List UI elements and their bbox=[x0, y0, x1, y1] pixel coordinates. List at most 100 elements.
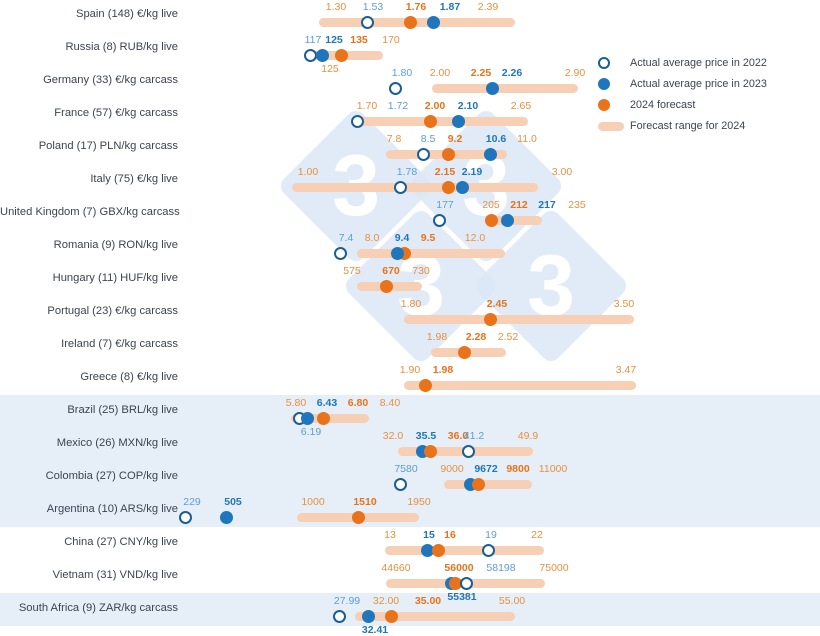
chart-row: Greece (8) €/kg live 1.90 1.98 3.47 bbox=[0, 362, 820, 395]
value-label: 22 bbox=[531, 529, 543, 541]
value-label: 2.39 bbox=[477, 1, 499, 13]
value-label: 35.00 bbox=[414, 595, 442, 607]
value-label: 1.70 bbox=[356, 100, 378, 112]
value-label: 9672 bbox=[474, 463, 498, 475]
forecast-2024-marker bbox=[335, 49, 348, 62]
value-label: 9.5 bbox=[420, 232, 436, 244]
value-label: 9.4 bbox=[394, 232, 410, 244]
value-label: 16 bbox=[444, 529, 456, 541]
legend-item-range-2024: Forecast range for 2024 bbox=[598, 118, 813, 135]
value-label: 75000 bbox=[539, 562, 569, 574]
chart-row: Argentina (10) ARS/kg live 229 505 1000 1510… bbox=[0, 494, 820, 527]
value-label: 9.2 bbox=[447, 133, 463, 145]
value-label: 55.00 bbox=[498, 595, 526, 607]
value-label: 8.40 bbox=[379, 397, 401, 409]
chart-row: Hungary (11) HUF/kg live 575 670 730 bbox=[0, 263, 820, 296]
forecast-2024-marker bbox=[404, 16, 417, 29]
row-label: Russia (8) RUB/kg live bbox=[65, 41, 178, 53]
value-label: 2.19 bbox=[461, 166, 483, 178]
value-label: 11000 bbox=[538, 463, 568, 475]
row-label: Ireland (7) €/kg carcass bbox=[61, 338, 178, 350]
value-label: 6.80 bbox=[347, 397, 369, 409]
value-label: 1510 bbox=[353, 496, 377, 508]
value-label: 1.80 bbox=[400, 298, 422, 310]
value-label: 5.80 bbox=[285, 397, 307, 409]
value-label: 212 bbox=[510, 199, 528, 211]
chart-row: Mexico (26) MXN/kg live 32.0 35.5 36.0 41.2 4… bbox=[0, 428, 820, 461]
actual-2022-marker bbox=[333, 610, 346, 623]
value-label: 2.15 bbox=[434, 166, 456, 178]
row-label: Argentina (10) ARS/kg live bbox=[46, 503, 178, 515]
actual-2022-marker bbox=[460, 577, 473, 590]
row-label: United Kingdom (7) GBX/kg carcass bbox=[0, 206, 180, 218]
value-label: 8.5 bbox=[420, 133, 436, 145]
chart-row: Brazil (25) BRL/kg live 5.80 6.43 6.80 8.40 6… bbox=[0, 395, 820, 438]
legend-label: Actual average price in 2022 bbox=[630, 57, 767, 69]
value-label: 7.4 bbox=[338, 232, 354, 244]
actual-2023-marker bbox=[456, 181, 469, 194]
actual-2022-marker bbox=[417, 148, 430, 161]
actual-2023-marker bbox=[501, 214, 514, 227]
actual-2022-marker bbox=[389, 82, 402, 95]
open-circle-icon bbox=[598, 57, 610, 69]
value-label: 8.0 bbox=[364, 232, 380, 244]
value-label: 1.72 bbox=[387, 100, 409, 112]
row-label: South Africa (9) ZAR/kg carcass bbox=[18, 602, 178, 614]
value-label: 9800 bbox=[506, 463, 530, 475]
forecast-range-bar bbox=[357, 117, 528, 126]
actual-2022-marker bbox=[433, 214, 446, 227]
actual-2023-marker bbox=[220, 511, 233, 524]
forecast-2024-marker bbox=[419, 379, 432, 392]
value-label: 1000 bbox=[301, 496, 325, 508]
chart-row: Vietnam (31) VND/kg live 44660 56000 58198 7… bbox=[0, 560, 820, 603]
legend-label: Forecast range for 2024 bbox=[630, 120, 746, 132]
value-label: 19 bbox=[485, 529, 497, 541]
value-label: 3.50 bbox=[613, 298, 635, 310]
row-label: Mexico (26) MXN/kg live bbox=[56, 437, 178, 449]
forecast-2024-marker bbox=[472, 478, 485, 491]
value-label: 2.00 bbox=[429, 67, 451, 79]
value-label: 41.2 bbox=[463, 430, 485, 442]
actual-2023-marker bbox=[452, 115, 465, 128]
value-label: 670 bbox=[382, 265, 400, 277]
row-label: Poland (17) PLN/kg carcass bbox=[38, 140, 178, 152]
forecast-range-bar bbox=[385, 546, 544, 555]
chart-row: Portugal (23) €/kg carcass 1.80 2.45 3.50 bbox=[0, 296, 820, 329]
forecast-2024-marker bbox=[424, 115, 437, 128]
range-bar-icon bbox=[598, 122, 624, 131]
legend-item-actual-2023: Actual average price in 2023 bbox=[598, 76, 813, 93]
value-label: 13 bbox=[384, 529, 396, 541]
actual-2022-marker bbox=[179, 511, 192, 524]
value-label: 1.87 bbox=[439, 1, 461, 13]
value-label: 2.45 bbox=[486, 298, 508, 310]
legend-label: Actual average price in 2023 bbox=[630, 78, 767, 90]
actual-2023-marker bbox=[316, 49, 329, 62]
value-label: 730 bbox=[412, 265, 430, 277]
legend-item-forecast-2024: 2024 forecast bbox=[598, 97, 813, 114]
value-label: 2.90 bbox=[564, 67, 586, 79]
forecast-range-bar bbox=[319, 18, 515, 27]
forecast-2024-marker bbox=[485, 214, 498, 227]
forecast-2024-marker bbox=[352, 511, 365, 524]
row-label: Germany (33) €/kg carcass bbox=[43, 74, 178, 86]
value-label: 575 bbox=[343, 265, 361, 277]
value-label: 1.53 bbox=[362, 1, 384, 13]
row-label: Portugal (23) €/kg carcass bbox=[47, 305, 178, 317]
row-label: Greece (8) €/kg live bbox=[80, 371, 178, 383]
value-label: 56000 bbox=[444, 562, 474, 574]
actual-2023-marker bbox=[391, 247, 404, 260]
row-label: China (27) CNY/kg live bbox=[64, 536, 178, 548]
value-label: 177 bbox=[436, 199, 454, 211]
forecast-2024-marker bbox=[317, 412, 330, 425]
row-label: Brazil (25) BRL/kg live bbox=[67, 404, 178, 416]
value-label: 44660 bbox=[381, 562, 411, 574]
value-label: 6.43 bbox=[316, 397, 338, 409]
value-label: 15 bbox=[423, 529, 435, 541]
value-label: 32.00 bbox=[372, 595, 400, 607]
chart-row: China (27) CNY/kg live 13 15 16 19 22 bbox=[0, 527, 820, 560]
actual-2023-marker bbox=[484, 148, 497, 161]
forecast-range-bar bbox=[355, 612, 515, 621]
row-label: Colombia (27) COP/kg live bbox=[45, 470, 178, 482]
chart-legend: Actual average price in 2022 Actual aver… bbox=[598, 55, 813, 139]
value-label: 2.25 bbox=[470, 67, 492, 79]
